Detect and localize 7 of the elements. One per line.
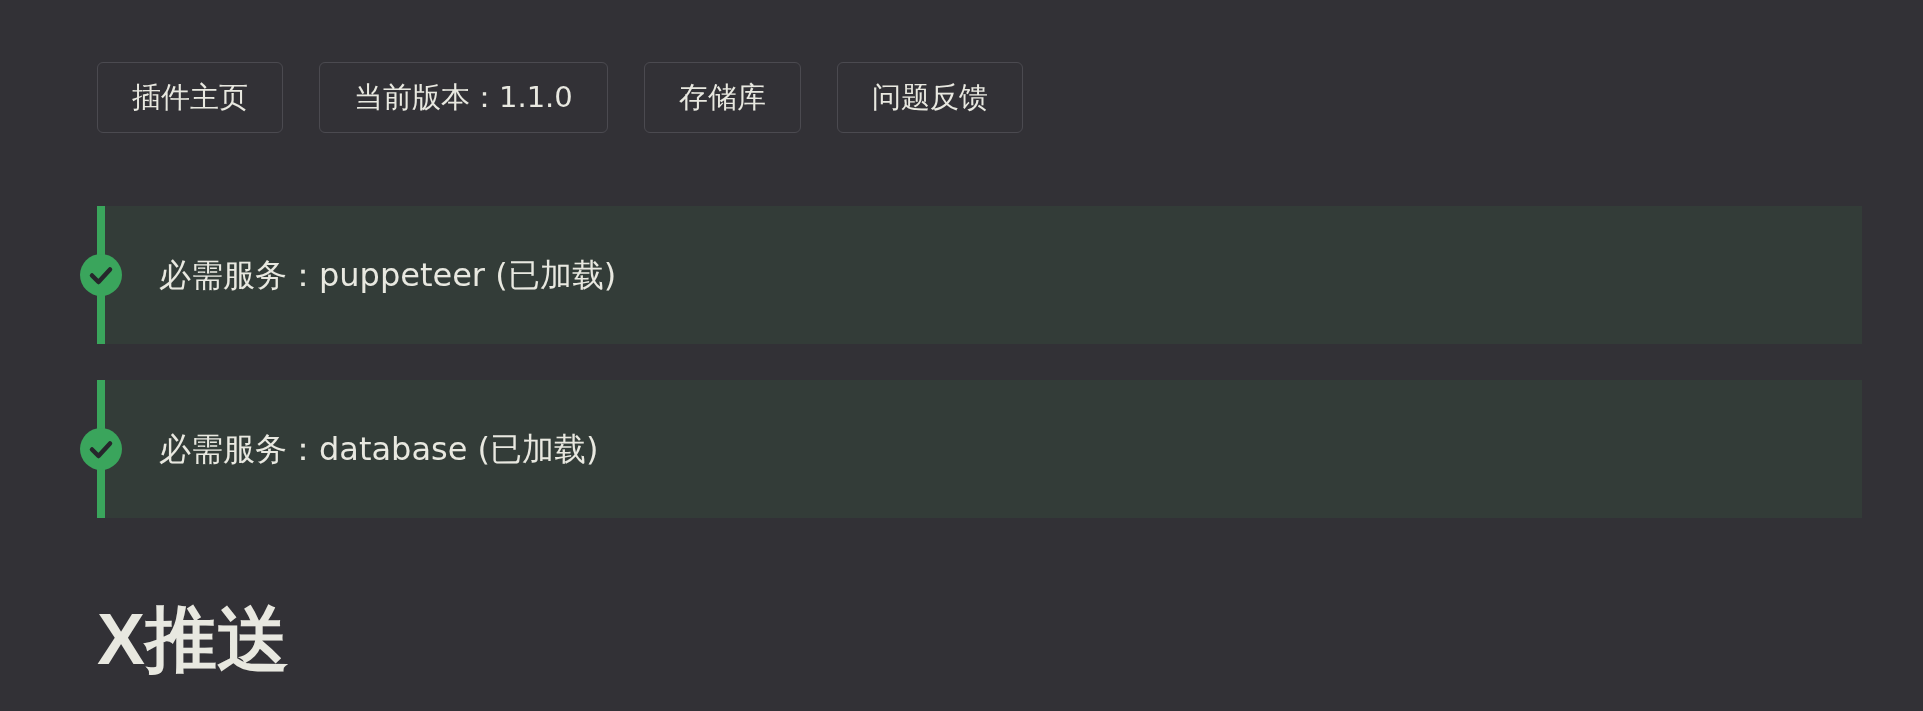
link-button[interactable]: 插件主页 — [97, 62, 283, 133]
alert-text: 必需服务：database (已加载) — [159, 429, 599, 470]
link-button[interactable]: 当前版本：1.1.0 — [319, 62, 608, 133]
alert-text: 必需服务：puppeteer (已加载) — [159, 255, 617, 296]
section-heading: X推送 — [97, 598, 290, 681]
link-button[interactable]: 问题反馈 — [836, 62, 1023, 133]
link-button[interactable]: 存储库 — [643, 62, 801, 133]
